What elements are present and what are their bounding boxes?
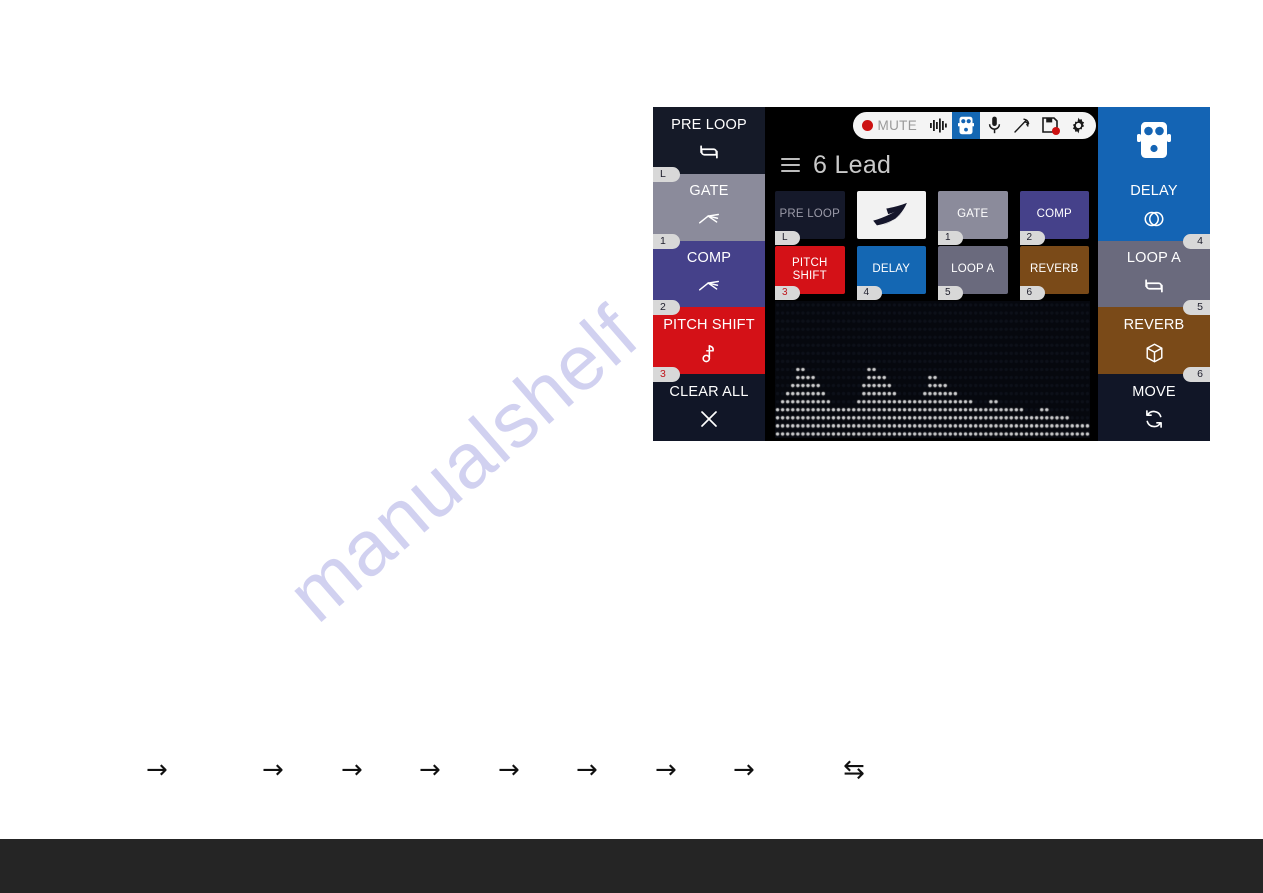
grid-tile-label: PITCH SHIFT <box>792 256 828 282</box>
grid-tile-label: REVERB <box>1030 263 1079 276</box>
pedal-large-icon <box>1137 120 1171 160</box>
grid-tile-label: GATE <box>957 208 989 221</box>
preset-title-row: 6 Lead <box>765 143 1098 187</box>
tile-badge-1: 1 <box>938 231 963 245</box>
left-cell-pre-loop[interactable]: PRE LOOP L <box>653 107 765 182</box>
toolbar-row: MUTE <box>765 107 1098 143</box>
gate-icon <box>698 208 720 230</box>
close-icon <box>698 408 720 430</box>
arrow-marker-7: → <box>655 755 677 785</box>
hamburger-icon[interactable] <box>781 158 800 172</box>
tile-badge-4: 4 <box>856 286 882 300</box>
double-arrow-marker: ⇆ <box>843 755 865 785</box>
mute-label: MUTE <box>877 117 917 133</box>
grid-tile-label: LOOP A <box>951 263 995 276</box>
delay-icon <box>1143 208 1165 230</box>
grid-tile-label: DELAY <box>872 263 911 276</box>
grid-tile-label: PRE LOOP <box>779 208 840 221</box>
tuner-icon[interactable] <box>1008 112 1036 139</box>
slot-badge-6: 6 <box>1183 367 1210 383</box>
arrow-marker-8: → <box>733 755 755 785</box>
grid-tile-gate[interactable]: GATE 1 <box>938 191 1008 245</box>
mute-button[interactable]: MUTE <box>853 112 924 139</box>
left-cell-gate[interactable]: GATE 1 <box>653 173 765 249</box>
page-footer-bar <box>0 839 1263 893</box>
left-cell-pitch-shift[interactable]: PITCH SHIFT 3 <box>653 307 765 383</box>
right-cell-label: REVERB <box>1123 317 1185 334</box>
left-cell-comp[interactable]: COMP 2 <box>653 240 765 316</box>
right-cell-delay[interactable]: DELAY 4 <box>1098 173 1210 249</box>
save-modified-dot-icon <box>1052 126 1060 135</box>
arrow-marker-3: → <box>341 755 363 785</box>
tile-badge-3: 3 <box>775 286 800 300</box>
right-cell-label: MOVE <box>1132 383 1176 400</box>
top-toolbar: MUTE <box>852 111 1096 139</box>
slot-badge-2: 2 <box>653 300 680 316</box>
grid-tile-reverb[interactable]: REVERB 6 <box>1019 246 1089 300</box>
arrow-marker-1: → <box>146 755 168 785</box>
left-cell-label: PITCH SHIFT <box>663 317 755 334</box>
right-cell-pedal-preview[interactable] <box>1098 107 1210 174</box>
grid-tile-delay[interactable]: DELAY 4 <box>856 246 926 300</box>
left-cell-clear-all[interactable]: CLEAR ALL <box>653 374 765 441</box>
loop-icon <box>698 141 720 163</box>
slot-badge-5: 5 <box>1183 300 1210 316</box>
effects-grid: PRE LOOP L GATE 1 COMP 2 PITCH SHIFT 3 DELAY 4 LOO… <box>765 187 1098 300</box>
arrow-marker-5: → <box>498 755 520 785</box>
level-meter-canvas <box>775 301 1090 438</box>
grid-tile-comp[interactable]: COMP 2 <box>1019 191 1089 245</box>
left-cell-label: PRE LOOP <box>671 116 747 133</box>
mic-icon[interactable] <box>980 112 1008 139</box>
slot-badge-3: 3 <box>653 367 680 383</box>
tile-badge-6: 6 <box>1019 286 1045 300</box>
note-icon <box>698 342 720 364</box>
left-cell-label: COMP <box>686 250 732 267</box>
center-panel: MUTE 6 Lead PRE LOOP L GATE 1 COMP 2 PIT… <box>765 107 1098 441</box>
left-cell-label: CLEAR ALL <box>669 383 749 400</box>
watermark-text: manualshelf <box>270 288 655 639</box>
right-cell-reverb[interactable]: REVERB 6 <box>1098 307 1210 383</box>
right-cell-label: DELAY <box>1130 183 1178 200</box>
save-icon[interactable] <box>1036 112 1064 139</box>
record-dot-icon <box>861 119 873 131</box>
left-cell-label: GATE <box>689 183 729 200</box>
slot-badge-1: 1 <box>653 233 680 249</box>
grid-tile-label: COMP <box>1036 208 1072 221</box>
left-effects-column: PRE LOOP L GATE 1 COMP 2 PITCH SHIFT 3 CLEAR ALL <box>653 107 765 441</box>
right-effects-column: DELAY 4 LOOP A 5 REVERB 6 MOVE <box>1098 107 1210 441</box>
tile-badge-5: 5 <box>938 286 963 300</box>
arrow-annotation-row: → → → → → → → → ⇆ <box>0 755 1263 785</box>
loop-icon <box>1143 275 1165 297</box>
pedal-icon[interactable] <box>952 111 980 139</box>
arrow-marker-4: → <box>419 755 441 785</box>
page-title: 6 Lead <box>813 150 892 179</box>
grid-tile-pre-loop[interactable]: PRE LOOP L <box>775 191 845 245</box>
tile-badge-L: L <box>775 231 800 245</box>
effects-app-window: PRE LOOP L GATE 1 COMP 2 PITCH SHIFT 3 CLEAR ALL… <box>653 107 1210 441</box>
refresh-icon <box>1143 408 1165 430</box>
tile-badge-2: 2 <box>1019 231 1045 245</box>
right-cell-loop-a[interactable]: LOOP A 5 <box>1098 240 1210 316</box>
slot-badge-4: 4 <box>1183 233 1210 249</box>
dot-matrix-level-meter <box>775 301 1090 438</box>
brand-logo-tile[interactable] <box>856 191 926 239</box>
arrow-marker-6: → <box>576 755 598 785</box>
grid-tile-loop-a[interactable]: LOOP A 5 <box>938 246 1008 300</box>
eq-icon[interactable] <box>924 112 952 139</box>
cube-icon <box>1143 342 1165 364</box>
arrow-marker-2: → <box>262 755 284 785</box>
grid-tile-pitch-shift[interactable]: PITCH SHIFT 3 <box>775 246 845 300</box>
gear-icon[interactable] <box>1064 112 1092 139</box>
right-cell-label: LOOP A <box>1126 250 1182 267</box>
brand-logo-icon <box>868 200 914 230</box>
slot-badge-L: L <box>653 166 680 182</box>
right-cell-move[interactable]: MOVE <box>1098 374 1210 441</box>
comp-icon <box>698 275 720 297</box>
